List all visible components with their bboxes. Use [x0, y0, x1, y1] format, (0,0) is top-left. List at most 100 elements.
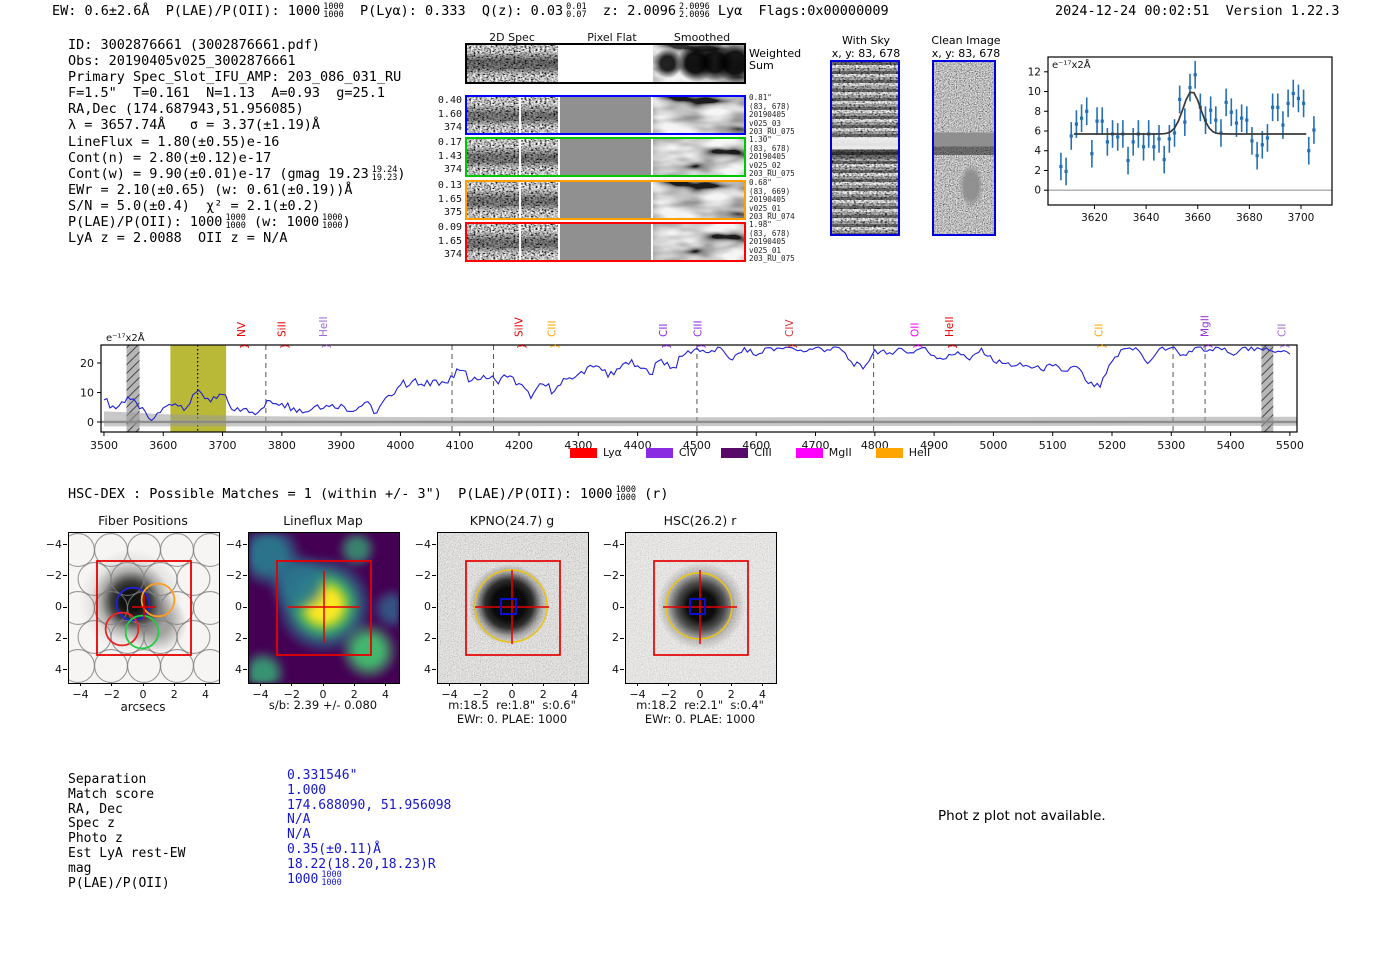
legend-swatch: [721, 447, 749, 458]
legend-label: CIV: [678, 446, 698, 459]
y-tick-mark: [432, 544, 436, 545]
info-line-0: ID: 3002876661 (3002876661.pdf): [68, 37, 320, 53]
svg-text:3800: 3800: [268, 439, 296, 452]
y-tick-mark: [620, 606, 624, 608]
y-tick-mark: [243, 606, 247, 608]
match-table-value: N/A: [287, 827, 311, 843]
legend-item-MgII: MgII: [795, 446, 852, 459]
match-table-label: RA, Dec: [68, 801, 123, 817]
row-2dspec-image: [467, 97, 558, 133]
hsc-dex-summary: HSC-DEX : Possible Matches = 1 (within +…: [68, 485, 669, 503]
svg-text:e⁻¹⁷x2Å: e⁻¹⁷x2Å: [106, 331, 145, 344]
clean-image: [932, 60, 996, 236]
fraction-stack: 1000 1000: [321, 870, 342, 888]
svg-text:2: 2: [1034, 165, 1041, 177]
y-tick-mark: [432, 575, 436, 577]
emission-line-fit-chart: 0 2 4 6 8 10 12 3620 3640 3660 3680 3700 e⁻¹⁷x2Å: [1028, 56, 1333, 224]
line-label-SiIV: SiIV: [514, 316, 526, 337]
header-stats: EW: 0.6±2.6Å P(LAE)/P(OII): 1000 1000 1000…: [52, 2, 889, 20]
row-2dspec-image: [467, 182, 558, 218]
svg-text:3620: 3620: [1081, 212, 1108, 224]
fraction-stack: 1000 1000: [323, 2, 344, 20]
info-line-7: Cont(n) = 2.80(±0.12)e-17: [68, 149, 272, 166]
row-smoothed-image: [653, 139, 744, 175]
svg-text:{: {: [516, 343, 527, 349]
svg-text:3500: 3500: [90, 439, 118, 452]
svg-text:4000: 4000: [386, 439, 414, 452]
legend-item-CIII: CIII: [721, 446, 772, 459]
legend-swatch: [645, 447, 673, 458]
spec2d-row-annotations: 1.30" (83, 678) 20190405 v025_02 203_RU_075: [749, 135, 795, 179]
svg-text:0: 0: [1034, 185, 1041, 197]
row-pixelflat-image: [560, 224, 651, 260]
info-block: ID: 3002876661 (3002876661.pdf) Obs: 2019…: [68, 37, 468, 246]
svg-text:3900: 3900: [327, 439, 355, 452]
svg-text:5000: 5000: [979, 439, 1007, 452]
info-line-1: Obs: 20190405v025_3002876661: [68, 53, 296, 70]
phot-z-note: Phot z plot not available.: [938, 808, 1106, 824]
timestamp-version: 2024-12-24 00:02:51 Version 1.22.3: [1055, 3, 1340, 19]
cutout-title: Fiber Positions: [98, 513, 188, 528]
svg-text:{: {: [947, 343, 958, 349]
y-tick-mark: [620, 544, 624, 545]
info-line-12: LyA z = 2.0088 OII z = N/A: [68, 230, 288, 247]
y-tick-label: −2: [414, 568, 431, 582]
match-table-value: 0.331546": [287, 768, 358, 783]
svg-text:4100: 4100: [446, 439, 474, 452]
svg-text:e⁻¹⁷x2Å: e⁻¹⁷x2Å: [1052, 58, 1091, 71]
svg-text:{: {: [695, 343, 706, 349]
spec2d-row-left-labels: 0.13 1.65 375: [437, 180, 462, 218]
y-tick-mark: [63, 669, 67, 670]
match-table-value: 18.22(18.20,18.23)R: [287, 856, 436, 872]
line-label-CIII: CIII: [547, 320, 559, 337]
svg-text:{: {: [661, 343, 672, 349]
spec2d-row-annotations: 0.81" (83, 678) 20190405 v025_03 203_RU_075: [749, 93, 795, 137]
y-tick-label: −2: [602, 568, 619, 582]
legend-label: HeII: [908, 446, 931, 459]
lineflux-map-panel: [248, 532, 400, 684]
legend-label: Lyα: [603, 446, 622, 459]
legend-item-CIV: CIV: [645, 446, 698, 459]
y-tick-mark: [63, 606, 67, 608]
line-label-CIV: CIV: [784, 319, 796, 337]
legend-item-HeII: HeII: [875, 446, 931, 459]
svg-text:{: {: [320, 343, 331, 349]
row-pixelflat-image: [560, 182, 651, 218]
y-tick-mark: [432, 669, 436, 670]
clean-image-title: Clean Image x, y: 83, 678: [931, 34, 1001, 60]
info-line-10: S/N = 5.0(±0.4) χ² = 2.1(±0.2): [68, 197, 320, 214]
svg-text:3600: 3600: [149, 439, 177, 452]
y-tick-label: 2: [55, 631, 62, 645]
with-sky-title: With Sky x, y: 83, 678: [831, 34, 901, 60]
y-tick-mark: [63, 637, 67, 639]
spec2d-row-left-labels: 0.09 1.65 374: [437, 222, 462, 260]
match-table-label: P(LAE)/P(OII): [68, 875, 170, 891]
svg-text:{: {: [279, 343, 290, 349]
svg-text:{: {: [912, 343, 923, 349]
svg-text:{: {: [1096, 343, 1107, 349]
svg-text:5100: 5100: [1039, 439, 1067, 452]
match-table-label: Spec z: [68, 816, 115, 832]
info-line-4: RA,Dec (174.687943,51.956085): [68, 101, 304, 118]
y-tick-mark: [620, 669, 624, 670]
svg-text:10: 10: [80, 386, 94, 399]
legend-item-Lyα: Lyα: [570, 446, 622, 459]
info-line-3: F=1.5" T=0.161 N=1.13 A=0.93 g=25.1: [68, 85, 385, 102]
line-label-NV: NV: [236, 321, 248, 337]
line-label-OII: OII: [910, 323, 922, 337]
match-table-value: 0.35(±0.11)Å: [287, 842, 381, 857]
row-smoothed-image: [653, 97, 744, 133]
spec2d-row: [465, 95, 746, 135]
weighted-smoothed-image: [653, 45, 744, 82]
svg-text:5400: 5400: [1217, 439, 1245, 452]
y-tick-label: 0: [55, 600, 62, 613]
svg-text:3660: 3660: [1184, 212, 1211, 224]
line-label-CIII: CIII: [693, 320, 705, 337]
match-table-label: Photo z: [68, 831, 123, 847]
fraction-stack: 1000 1000: [615, 485, 637, 503]
y-tick-mark: [243, 575, 247, 577]
svg-text:4: 4: [1034, 145, 1041, 157]
cutout-title: KPNO(24.7) g: [469, 513, 555, 528]
cutout-caption: m:18.5 re:1.8" s:0.6": [448, 698, 576, 712]
svg-text:8: 8: [1034, 106, 1041, 118]
